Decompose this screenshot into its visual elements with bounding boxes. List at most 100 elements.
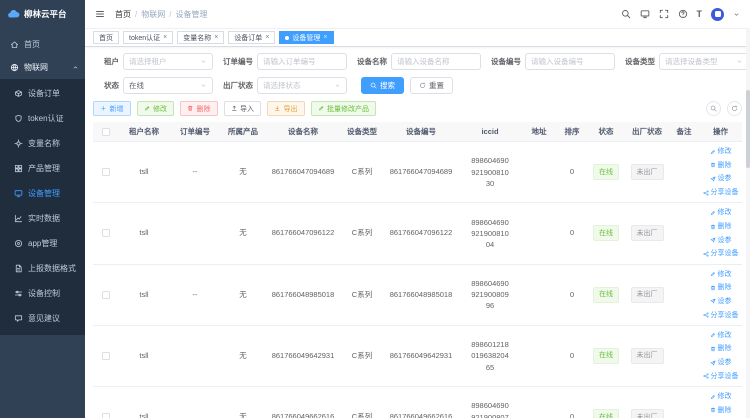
close-icon[interactable]: × (214, 34, 218, 41)
sidebar-item-3[interactable]: 产品管理 (0, 156, 85, 181)
batch-edit-product-button[interactable]: 批量修改产品 (311, 101, 377, 116)
row-checkbox[interactable] (102, 229, 110, 237)
op-label: 删除 (718, 160, 732, 171)
close-icon[interactable]: × (323, 34, 327, 41)
tab-3[interactable]: 设备订单× (228, 31, 275, 44)
sidebar-item-1[interactable]: token认证 (0, 106, 85, 131)
cell-sort: 0 (557, 227, 587, 239)
sidebar-item-home[interactable]: 首页 (0, 33, 85, 56)
close-icon[interactable]: × (265, 34, 269, 41)
share-device-link[interactable]: 分享设备 (703, 371, 739, 382)
column-header-3: 设备名称 (265, 126, 341, 138)
row-checkbox[interactable] (102, 413, 110, 418)
sidebar-item-5[interactable]: 实时数据 (0, 206, 85, 231)
edit-device-link[interactable]: 修改 (710, 207, 732, 218)
filter-select[interactable]: 请选择租户 (123, 53, 213, 70)
column-header-10: 出厂状态 (625, 126, 669, 138)
table-row: tsll无861766047096122C系列86176604709612289… (93, 203, 742, 264)
delete-device-link[interactable]: 删除 (710, 282, 732, 293)
sidebar-item-label: 意见建议 (28, 313, 60, 324)
factory-status-badge: 未出厂 (631, 287, 664, 303)
add-button[interactable]: 新增 (93, 101, 131, 116)
edit-button[interactable]: 修改 (137, 101, 175, 116)
search-button[interactable]: 搜索 (361, 77, 404, 94)
filter-label: 设备编号 (491, 56, 521, 67)
row-checkbox[interactable] (102, 168, 110, 176)
share-device-link[interactable]: 分享设备 (703, 248, 739, 259)
filter-input[interactable] (257, 53, 347, 70)
tab-1[interactable]: token认证× (123, 31, 173, 44)
cell-tenant: tsll (119, 350, 169, 362)
monitor-icon[interactable] (640, 9, 650, 19)
toolbar-button-label: 导入 (240, 104, 254, 114)
edit-device-link[interactable]: 修改 (710, 330, 732, 341)
breadcrumb-home[interactable]: 首页 (115, 9, 131, 20)
filter-select[interactable]: 请选择设备类型 (659, 53, 749, 70)
edit-device-link[interactable]: 修改 (710, 146, 732, 157)
action-toolbar: 新增修改删除 导入 导出批量修改产品 (93, 101, 742, 116)
tab-4[interactable]: 设备管理× (279, 31, 333, 44)
filter-input[interactable] (391, 53, 481, 70)
help-icon[interactable] (678, 9, 688, 19)
filter-input[interactable] (525, 53, 615, 70)
op-label: 分享设备 (711, 187, 739, 198)
fullscreen-icon[interactable] (659, 9, 669, 19)
set-params-link[interactable]: 设参 (710, 357, 732, 368)
cell-product: 无 (221, 166, 265, 178)
font-size-icon[interactable]: T (697, 10, 703, 19)
search-icon[interactable] (621, 9, 631, 19)
delete-device-link[interactable]: 删除 (710, 343, 732, 354)
cell-status: 在线 (587, 164, 625, 180)
breadcrumb-separator: / (169, 10, 171, 19)
tab-2[interactable]: 变量名称× (177, 31, 224, 44)
set-params-link[interactable]: 设参 (710, 235, 732, 246)
export-button[interactable]: 导出 (267, 101, 305, 116)
delete-device-link[interactable]: 删除 (710, 221, 732, 232)
set-params-link[interactable]: 设参 (710, 296, 732, 307)
sidebar-toggle-icon[interactable] (95, 9, 105, 19)
factory-status-badge: 未出厂 (631, 225, 664, 241)
tab-0[interactable]: 首页 (93, 31, 119, 44)
sidebar-item-4[interactable]: 设备管理 (0, 181, 85, 206)
scrollbar-thumb[interactable] (746, 90, 750, 168)
sidebar-item-0[interactable]: 设备订单 (0, 81, 85, 106)
op-label: 删除 (718, 282, 732, 293)
import-button[interactable]: 导入 (224, 101, 262, 116)
reset-button[interactable]: 重置 (410, 77, 453, 94)
delete-button[interactable]: 删除 (180, 101, 218, 116)
sidebar-item-2[interactable]: 变量名称 (0, 131, 85, 156)
row-checkbox[interactable] (102, 291, 110, 299)
page-scrollbar[interactable] (746, 28, 750, 418)
filter-select[interactable]: 请选择状态 (257, 77, 347, 94)
filter-field-row1-2: 设备名称 (347, 53, 481, 70)
close-icon[interactable]: × (163, 34, 167, 41)
sidebar-item-iot[interactable]: 物联网 (0, 56, 85, 79)
caret-down-icon[interactable] (733, 11, 740, 18)
column-header-0: 租户名称 (119, 126, 169, 138)
select-all-checkbox[interactable] (102, 128, 110, 136)
row-checkbox[interactable] (102, 352, 110, 360)
refresh-button[interactable] (727, 101, 742, 116)
cell-iccid: 89860469092190081030 (459, 155, 521, 189)
delete-device-link[interactable]: 删除 (710, 160, 732, 171)
edit-device-link[interactable]: 修改 (710, 269, 732, 280)
search-toggle-button[interactable] (706, 101, 721, 116)
search-icon (710, 105, 717, 112)
share-device-link[interactable]: 分享设备 (703, 187, 739, 198)
set-params-link[interactable]: 设参 (710, 173, 732, 184)
iccid-line: 898604690 (459, 278, 521, 289)
filter-select[interactable]: 在线 (123, 77, 213, 94)
sidebar-item-8[interactable]: 设备控制 (0, 281, 85, 306)
edit-device-link[interactable]: 修改 (710, 391, 732, 402)
user-avatar[interactable] (711, 8, 724, 21)
filter-label: 状态 (93, 80, 119, 91)
table-row: tsll--无861766048985018C系列861766048985018… (93, 265, 742, 326)
sidebar-item-9[interactable]: 意见建议 (0, 306, 85, 331)
select-value: 请选择状态 (263, 80, 301, 91)
sidebar-item-7[interactable]: 上报数据格式 (0, 256, 85, 281)
share-device-link[interactable]: 分享设备 (703, 310, 739, 321)
delete-device-link[interactable]: 删除 (710, 405, 732, 416)
sidebar-item-6[interactable]: app管理 (0, 231, 85, 256)
row-checkbox-cell (93, 227, 119, 239)
caret-down-icon (736, 58, 743, 65)
